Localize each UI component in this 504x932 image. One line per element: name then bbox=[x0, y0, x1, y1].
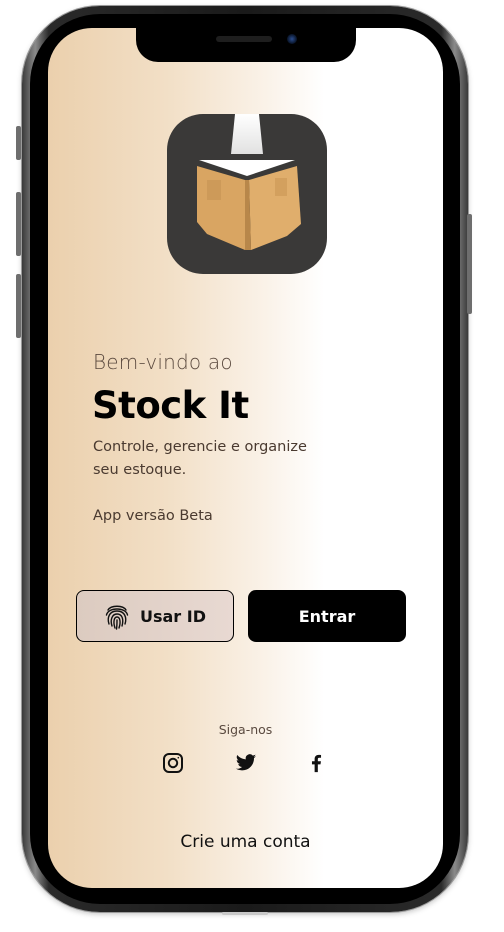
app-title: Stock It bbox=[92, 384, 249, 427]
use-id-button[interactable]: Usar ID bbox=[76, 590, 234, 642]
enter-label: Entrar bbox=[298, 606, 356, 626]
app-version: App versão Beta bbox=[93, 508, 213, 524]
earpiece-speaker bbox=[216, 36, 272, 42]
bottom-edge bbox=[222, 912, 268, 915]
app-logo bbox=[167, 114, 327, 274]
phone-notch bbox=[136, 28, 356, 62]
box-icon bbox=[197, 114, 301, 250]
use-id-label: Usar ID bbox=[139, 606, 206, 626]
instagram-icon[interactable] bbox=[162, 752, 184, 774]
facebook-icon[interactable] bbox=[305, 752, 327, 774]
follow-heading: Siga-nos bbox=[218, 722, 273, 737]
power-button bbox=[467, 214, 472, 314]
twitter-icon[interactable] bbox=[235, 752, 257, 774]
app-description: Controle, gerencie e organize seu estoqu… bbox=[93, 439, 307, 478]
app-screen: Bem-vindo ao Stock It Controle, gerencie… bbox=[48, 28, 443, 888]
enter-button[interactable]: Entrar bbox=[248, 590, 406, 642]
front-camera bbox=[287, 34, 297, 44]
volume-up-button bbox=[16, 192, 21, 256]
silent-switch bbox=[16, 126, 21, 160]
create-account-link[interactable]: Crie uma conta bbox=[48, 832, 443, 852]
volume-down-button bbox=[16, 274, 21, 338]
fingerprint-icon bbox=[105, 605, 129, 630]
welcome-greeting: Bem-vindo ao bbox=[93, 350, 233, 374]
